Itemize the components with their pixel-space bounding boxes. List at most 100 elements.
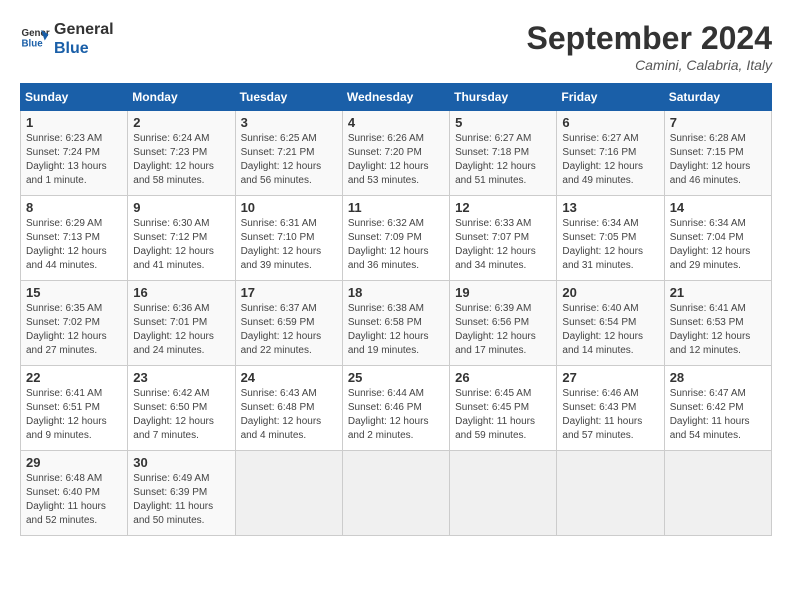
- day-info: Sunrise: 6:27 AM Sunset: 7:18 PM Dayligh…: [455, 132, 551, 188]
- day-number: 3: [241, 115, 337, 130]
- day-info: Sunrise: 6:37 AM Sunset: 6:59 PM Dayligh…: [241, 302, 337, 358]
- day-info: Sunrise: 6:33 AM Sunset: 7:07 PM Dayligh…: [455, 217, 551, 273]
- day-number: 17: [241, 285, 337, 300]
- day-info: Sunrise: 6:40 AM Sunset: 6:54 PM Dayligh…: [562, 302, 658, 358]
- day-number: 4: [348, 115, 444, 130]
- calendar-cell: 26 Sunrise: 6:45 AM Sunset: 6:45 PM Dayli…: [450, 366, 557, 451]
- calendar-cell: 28 Sunrise: 6:47 AM Sunset: 6:42 PM Dayli…: [664, 366, 771, 451]
- day-number: 14: [670, 200, 766, 215]
- month-title: September 2024: [527, 20, 772, 57]
- day-number: 25: [348, 370, 444, 385]
- day-number: 20: [562, 285, 658, 300]
- day-number: 12: [455, 200, 551, 215]
- calendar-cell: 13 Sunrise: 6:34 AM Sunset: 7:05 PM Dayli…: [557, 196, 664, 281]
- day-number: 2: [133, 115, 229, 130]
- day-number: 18: [348, 285, 444, 300]
- calendar-cell: 5 Sunrise: 6:27 AM Sunset: 7:18 PM Daylig…: [450, 111, 557, 196]
- day-info: Sunrise: 6:43 AM Sunset: 6:48 PM Dayligh…: [241, 387, 337, 443]
- day-info: Sunrise: 6:30 AM Sunset: 7:12 PM Dayligh…: [133, 217, 229, 273]
- calendar-cell: 4 Sunrise: 6:26 AM Sunset: 7:20 PM Daylig…: [342, 111, 449, 196]
- day-number: 21: [670, 285, 766, 300]
- calendar-cell: 25 Sunrise: 6:44 AM Sunset: 6:46 PM Dayli…: [342, 366, 449, 451]
- day-number: 22: [26, 370, 122, 385]
- day-info: Sunrise: 6:48 AM Sunset: 6:40 PM Dayligh…: [26, 472, 122, 528]
- calendar-cell: 29 Sunrise: 6:48 AM Sunset: 6:40 PM Dayli…: [21, 451, 128, 536]
- calendar-cell: 20 Sunrise: 6:40 AM Sunset: 6:54 PM Dayli…: [557, 281, 664, 366]
- day-info: Sunrise: 6:31 AM Sunset: 7:10 PM Dayligh…: [241, 217, 337, 273]
- day-info: Sunrise: 6:35 AM Sunset: 7:02 PM Dayligh…: [26, 302, 122, 358]
- weekday-header-tuesday: Tuesday: [235, 84, 342, 111]
- day-number: 5: [455, 115, 551, 130]
- day-info: Sunrise: 6:44 AM Sunset: 6:46 PM Dayligh…: [348, 387, 444, 443]
- logo-blue: Blue: [54, 39, 114, 58]
- location: Camini, Calabria, Italy: [527, 57, 772, 73]
- svg-text:Blue: Blue: [22, 39, 44, 50]
- calendar-cell: 15Sunrise: 6:35 AM Sunset: 7:02 PM Dayli…: [21, 281, 128, 366]
- day-info: Sunrise: 6:26 AM Sunset: 7:20 PM Dayligh…: [348, 132, 444, 188]
- day-info: Sunrise: 6:46 AM Sunset: 6:43 PM Dayligh…: [562, 387, 658, 443]
- title-block: September 2024 Camini, Calabria, Italy: [527, 20, 772, 73]
- day-number: 8: [26, 200, 122, 215]
- day-number: 10: [241, 200, 337, 215]
- day-number: 26: [455, 370, 551, 385]
- weekday-header-monday: Monday: [128, 84, 235, 111]
- calendar-cell: [664, 451, 771, 536]
- calendar-week-row: 22Sunrise: 6:41 AM Sunset: 6:51 PM Dayli…: [21, 366, 772, 451]
- day-info: Sunrise: 6:38 AM Sunset: 6:58 PM Dayligh…: [348, 302, 444, 358]
- calendar-cell: [557, 451, 664, 536]
- calendar-cell: 27 Sunrise: 6:46 AM Sunset: 6:43 PM Dayli…: [557, 366, 664, 451]
- calendar-cell: 23Sunrise: 6:42 AM Sunset: 6:50 PM Dayli…: [128, 366, 235, 451]
- day-info: Sunrise: 6:23 AM Sunset: 7:24 PM Dayligh…: [26, 132, 122, 188]
- day-info: Sunrise: 6:36 AM Sunset: 7:01 PM Dayligh…: [133, 302, 229, 358]
- day-info: Sunrise: 6:42 AM Sunset: 6:50 PM Dayligh…: [133, 387, 229, 443]
- calendar-cell: 18 Sunrise: 6:38 AM Sunset: 6:58 PM Dayli…: [342, 281, 449, 366]
- calendar-cell: 24 Sunrise: 6:43 AM Sunset: 6:48 PM Dayli…: [235, 366, 342, 451]
- logo-general: General: [54, 20, 114, 39]
- day-info: Sunrise: 6:41 AM Sunset: 6:53 PM Dayligh…: [670, 302, 766, 358]
- day-number: 30: [133, 455, 229, 470]
- calendar-week-row: 1 Sunrise: 6:23 AM Sunset: 7:24 PM Daylig…: [21, 111, 772, 196]
- day-info: Sunrise: 6:45 AM Sunset: 6:45 PM Dayligh…: [455, 387, 551, 443]
- weekday-header-thursday: Thursday: [450, 84, 557, 111]
- calendar-cell: 1 Sunrise: 6:23 AM Sunset: 7:24 PM Daylig…: [21, 111, 128, 196]
- page-header: General Blue General Blue September 2024…: [20, 20, 772, 73]
- calendar-cell: 30Sunrise: 6:49 AM Sunset: 6:39 PM Dayli…: [128, 451, 235, 536]
- calendar-cell: [450, 451, 557, 536]
- day-number: 1: [26, 115, 122, 130]
- day-info: Sunrise: 6:47 AM Sunset: 6:42 PM Dayligh…: [670, 387, 766, 443]
- logo-icon: General Blue: [20, 24, 50, 54]
- calendar-cell: 3 Sunrise: 6:25 AM Sunset: 7:21 PM Daylig…: [235, 111, 342, 196]
- calendar-cell: 9Sunrise: 6:30 AM Sunset: 7:12 PM Daylig…: [128, 196, 235, 281]
- calendar-week-row: 29 Sunrise: 6:48 AM Sunset: 6:40 PM Dayli…: [21, 451, 772, 536]
- calendar-cell: 21 Sunrise: 6:41 AM Sunset: 6:53 PM Dayli…: [664, 281, 771, 366]
- calendar-cell: 6Sunrise: 6:27 AM Sunset: 7:16 PM Daylig…: [557, 111, 664, 196]
- day-info: Sunrise: 6:25 AM Sunset: 7:21 PM Dayligh…: [241, 132, 337, 188]
- day-info: Sunrise: 6:29 AM Sunset: 7:13 PM Dayligh…: [26, 217, 122, 273]
- calendar-cell: 19 Sunrise: 6:39 AM Sunset: 6:56 PM Dayli…: [450, 281, 557, 366]
- day-info: Sunrise: 6:34 AM Sunset: 7:05 PM Dayligh…: [562, 217, 658, 273]
- day-number: 19: [455, 285, 551, 300]
- day-number: 24: [241, 370, 337, 385]
- calendar-cell: 10 Sunrise: 6:31 AM Sunset: 7:10 PM Dayli…: [235, 196, 342, 281]
- day-number: 28: [670, 370, 766, 385]
- day-info: Sunrise: 6:34 AM Sunset: 7:04 PM Dayligh…: [670, 217, 766, 273]
- calendar-week-row: 8 Sunrise: 6:29 AM Sunset: 7:13 PM Daylig…: [21, 196, 772, 281]
- calendar-table: SundayMondayTuesdayWednesdayThursdayFrid…: [20, 83, 772, 536]
- calendar-week-row: 15Sunrise: 6:35 AM Sunset: 7:02 PM Dayli…: [21, 281, 772, 366]
- calendar-cell: 2Sunrise: 6:24 AM Sunset: 7:23 PM Daylig…: [128, 111, 235, 196]
- weekday-header-row: SundayMondayTuesdayWednesdayThursdayFrid…: [21, 84, 772, 111]
- day-number: 6: [562, 115, 658, 130]
- weekday-header-wednesday: Wednesday: [342, 84, 449, 111]
- weekday-header-sunday: Sunday: [21, 84, 128, 111]
- calendar-cell: 22Sunrise: 6:41 AM Sunset: 6:51 PM Dayli…: [21, 366, 128, 451]
- day-info: Sunrise: 6:39 AM Sunset: 6:56 PM Dayligh…: [455, 302, 551, 358]
- calendar-cell: 8 Sunrise: 6:29 AM Sunset: 7:13 PM Daylig…: [21, 196, 128, 281]
- logo: General Blue General Blue: [20, 20, 114, 58]
- calendar-cell: 14 Sunrise: 6:34 AM Sunset: 7:04 PM Dayli…: [664, 196, 771, 281]
- day-number: 27: [562, 370, 658, 385]
- day-number: 13: [562, 200, 658, 215]
- calendar-cell: 11Sunrise: 6:32 AM Sunset: 7:09 PM Dayli…: [342, 196, 449, 281]
- day-number: 11: [348, 200, 444, 215]
- day-number: 29: [26, 455, 122, 470]
- calendar-cell: 17 Sunrise: 6:37 AM Sunset: 6:59 PM Dayli…: [235, 281, 342, 366]
